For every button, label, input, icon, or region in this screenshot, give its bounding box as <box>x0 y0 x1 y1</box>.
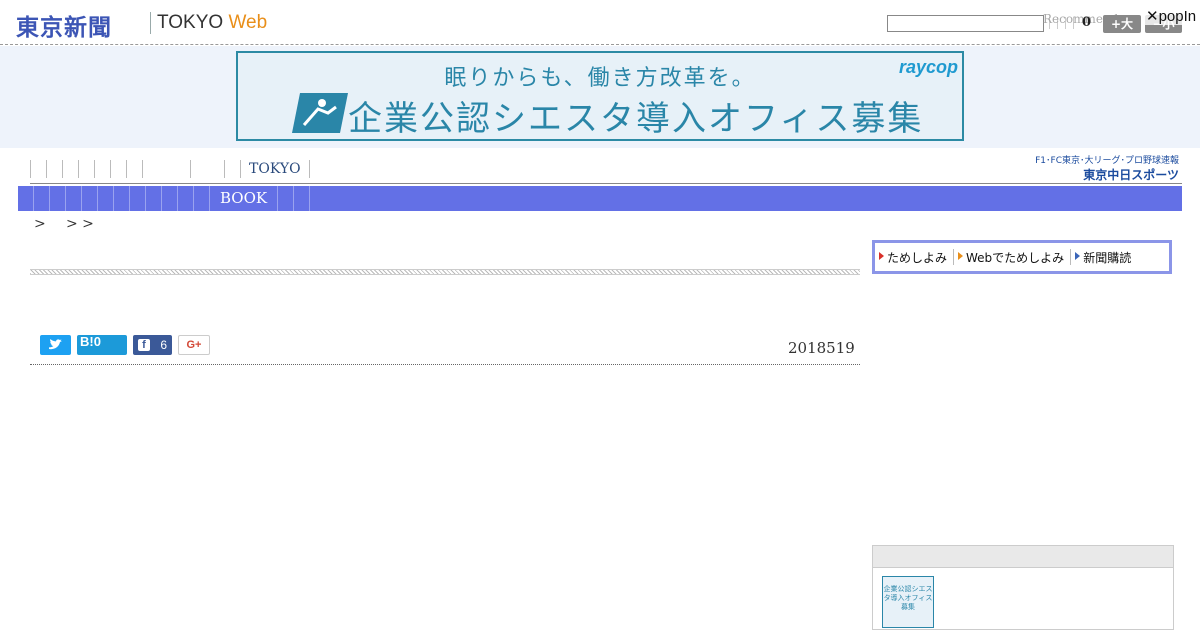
search-input[interactable] <box>887 15 1044 32</box>
menu-item[interactable] <box>194 186 210 211</box>
menu-item[interactable] <box>98 186 114 211</box>
article-title-rule <box>30 269 860 275</box>
category-divider <box>30 183 1182 184</box>
popin-close-button[interactable]: ✕popIn <box>1143 7 1200 25</box>
twitter-icon <box>49 339 62 350</box>
menu-item[interactable] <box>34 186 50 211</box>
logo-tokyo-text: TOKYO <box>157 12 224 33</box>
category-item[interactable] <box>224 160 240 178</box>
web-tameshiyomi-link[interactable]: Webでためしよみ <box>954 249 1070 266</box>
menu-item[interactable] <box>82 186 98 211</box>
subscription-nav: ためしよみ Webでためしよみ 新聞購読 <box>872 240 1172 274</box>
category-item[interactable] <box>110 160 126 178</box>
ad-band: 眠りからも、働き方改革を。 企業公認シエスタ導入オフィス募集 raycop <box>0 46 1200 148</box>
category-item[interactable] <box>126 160 142 178</box>
logo-divider <box>150 12 151 34</box>
menu-item-book[interactable]: BOOK <box>210 186 279 211</box>
menu-item[interactable] <box>50 186 66 211</box>
category-item[interactable] <box>62 160 78 178</box>
breadcrumb-separator: > > <box>66 216 94 232</box>
breadcrumb-separator: > <box>34 216 46 232</box>
google-plus-share-button[interactable]: G+ <box>178 335 210 355</box>
article-divider <box>30 364 860 365</box>
siesta-icon <box>292 93 348 133</box>
chunichi-subtitle: F1･FC東京･大リーグ･プロ野球速報 <box>1035 156 1179 166</box>
facebook-share-button[interactable]: f 6 <box>133 335 172 355</box>
tokyo-web-logo[interactable]: TOKYO Web <box>157 12 267 34</box>
menu-item[interactable] <box>162 186 178 211</box>
subscribe-link[interactable]: 新聞購読 <box>1071 249 1137 266</box>
menu-item[interactable] <box>146 186 162 211</box>
category-item[interactable] <box>78 160 94 178</box>
breadcrumb: > > > <box>34 216 94 232</box>
category-end <box>308 160 310 178</box>
category-item[interactable] <box>190 160 224 178</box>
site-logo[interactable]: 東京新聞 <box>16 8 112 42</box>
article-date: 2018519 <box>788 339 855 357</box>
side-widget-header <box>873 546 1173 568</box>
category-nav: TOKYO <box>30 160 310 178</box>
facebook-share-count: 6 <box>160 338 167 352</box>
category-item[interactable] <box>142 160 190 178</box>
twitter-share-button[interactable] <box>40 335 71 355</box>
menu-item[interactable] <box>18 186 34 211</box>
raycop-logo: raycop <box>898 57 958 77</box>
ad-banner[interactable]: 眠りからも、働き方改革を。 企業公認シエスタ導入オフィス募集 raycop <box>236 51 964 141</box>
category-item[interactable] <box>94 160 110 178</box>
hatena-bookmark-button[interactable]: B!0 <box>77 335 127 355</box>
menu-item[interactable] <box>66 186 82 211</box>
main-menu-bar: BOOK <box>18 186 1182 211</box>
menu-item[interactable] <box>130 186 146 211</box>
category-item[interactable] <box>30 160 46 178</box>
side-ad-thumbnail[interactable]: 企業公認シエスタ導入オフィス募集 <box>882 576 934 628</box>
menu-item[interactable] <box>294 186 311 211</box>
ad-tagline: 企業公認シエスタ導入オフィス募集 <box>348 99 924 139</box>
recommend-count: 0 <box>1082 15 1092 30</box>
font-large-button[interactable]: +大 <box>1103 15 1141 33</box>
logo-web-text: Web <box>228 12 268 33</box>
menu-item[interactable] <box>114 186 130 211</box>
chunichi-title: 東京中日スポーツ <box>1083 168 1179 182</box>
ad-headline: 眠りからも、働き方改革を。 <box>444 66 756 91</box>
site-header: 東京新聞 TOKYO Web Recommend 0 +大 −小 ✕popIn <box>0 0 1200 45</box>
category-item[interactable] <box>46 160 62 178</box>
menu-item[interactable] <box>278 186 295 211</box>
facebook-icon: f <box>138 339 150 351</box>
chunichi-sports-link[interactable]: F1･FC東京･大リーグ･プロ野球速報 東京中日スポーツ <box>1027 153 1179 182</box>
tameshiyomi-link[interactable]: ためしよみ <box>875 249 953 266</box>
category-tokyo[interactable]: TOKYO <box>240 160 309 178</box>
menu-item[interactable] <box>178 186 194 211</box>
